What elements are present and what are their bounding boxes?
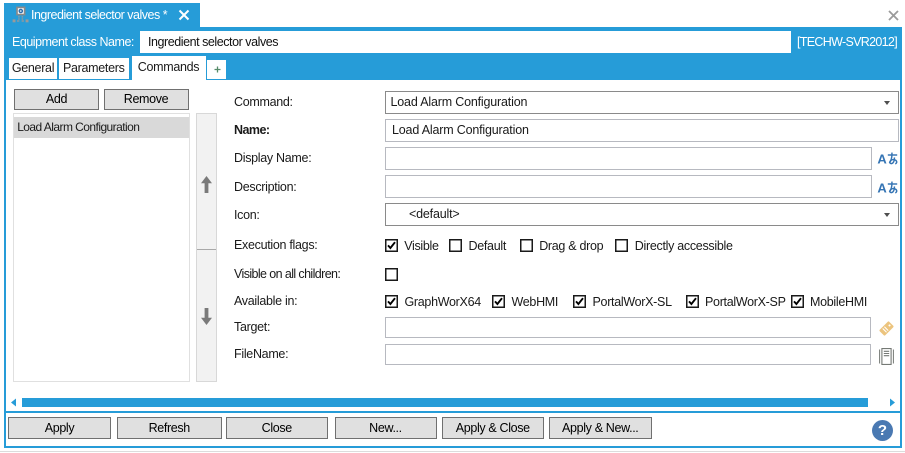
svg-text:A: A bbox=[877, 151, 887, 166]
svg-text:A: A bbox=[877, 180, 887, 195]
